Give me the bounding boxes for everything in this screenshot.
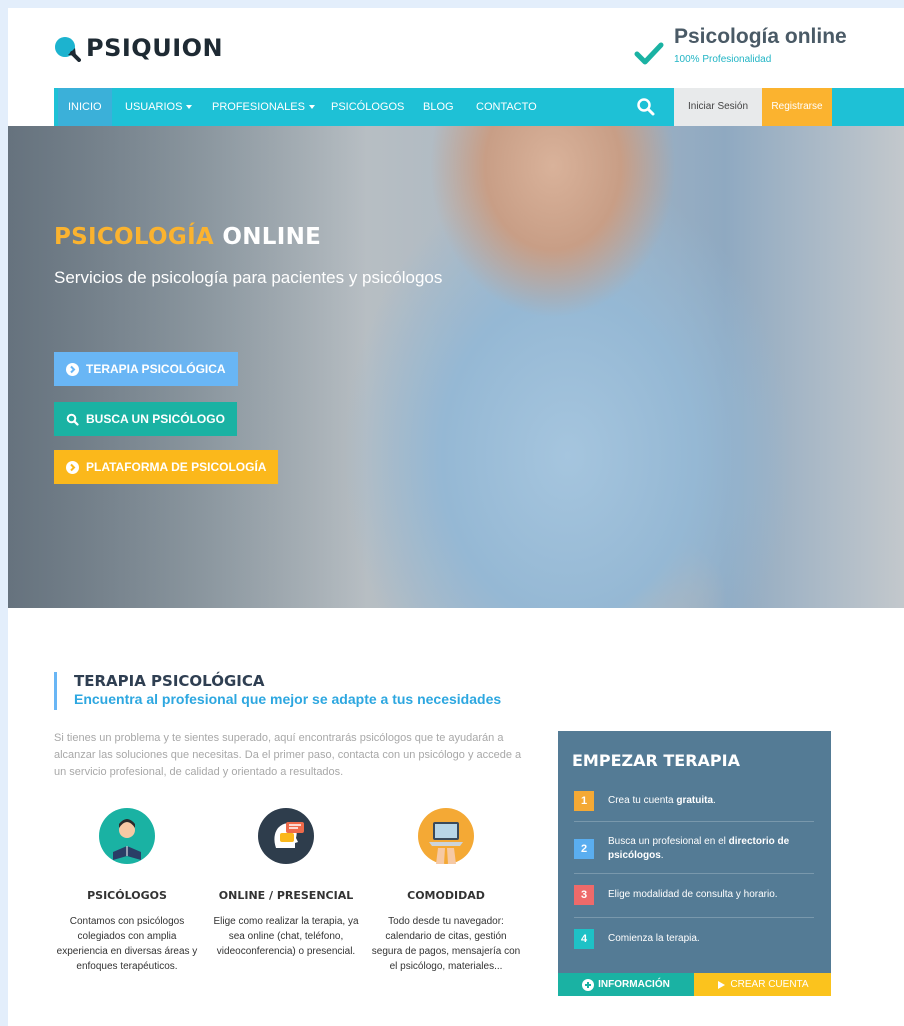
nav-item-inicio[interactable]: INICIO: [58, 88, 112, 126]
step-number: 4: [574, 929, 594, 949]
step-text: Crea tu cuenta gratuita.: [608, 794, 716, 808]
logo-magnifier-icon: [55, 36, 81, 62]
reader-avatar-icon: [99, 808, 155, 864]
nav-item-psicologos[interactable]: PSICÓLOGOS: [331, 88, 404, 126]
steps-title: EMPEZAR TERAPIA: [572, 751, 740, 770]
nav-item-label: CONTACTO: [476, 101, 537, 113]
step-4: 4 Comienza la terapia.: [574, 929, 814, 949]
informacion-button[interactable]: INFORMACIÓN: [558, 973, 694, 996]
step-number: 2: [574, 839, 594, 859]
site-logo[interactable]: PSIQUION: [54, 34, 223, 62]
step-text: Comienza la terapia.: [608, 932, 700, 946]
plataforma-button-label: PLATAFORMA DE PSICOLOGÍA: [86, 460, 267, 474]
main-nav: INICIO USUARIOS PROFESIONALES PSICÓLOGOS…: [54, 88, 904, 126]
search-icon[interactable]: [636, 97, 656, 117]
page: PSIQUION Psicología online 100% Profesio…: [8, 8, 904, 1026]
step-divider: [574, 873, 814, 874]
hero-title-highlight: PSICOLOGÍA: [54, 224, 215, 250]
feature-text: Elige como realizar la terapia, ya sea o…: [213, 916, 359, 957]
step-text-part: Elige modalidad de consulta y horario.: [608, 889, 778, 900]
hero-title: PSICOLOGÍA ONLINE: [54, 224, 321, 250]
nav-item-blog[interactable]: BLOG: [423, 88, 454, 126]
tagline-subtitle: 100% Profesionalidad: [674, 54, 772, 65]
nav-item-profesionales[interactable]: PROFESIONALES: [212, 88, 315, 126]
nav-item-label: PSICÓLOGOS: [331, 101, 405, 113]
informacion-button-label: INFORMACIÓN: [598, 979, 670, 990]
play-icon: [718, 980, 726, 989]
nav-item-label: PROFESIONALES: [212, 101, 305, 113]
search-icon: [66, 413, 79, 426]
steps-actions: INFORMACIÓN CREAR CUENTA: [558, 973, 831, 996]
logo-wordmark: PSIQUION: [86, 34, 224, 62]
terapia-button-label: TERAPIA PSICOLÓGICA: [86, 362, 226, 376]
feature-text: Todo desde tu navegador: calendario de c…: [371, 916, 521, 972]
nav-item-contacto[interactable]: CONTACTO: [476, 88, 537, 126]
laptop-hands-icon: [418, 808, 474, 864]
plus-circle-icon: [582, 978, 595, 991]
step-divider: [574, 917, 814, 918]
head-chat-icon: [258, 808, 314, 864]
header-tagline: Psicología online 100% Profesionalidad: [634, 26, 847, 68]
step-number: 3: [574, 885, 594, 905]
nav-item-usuarios[interactable]: USUARIOS: [125, 88, 193, 126]
nav-item-label: USUARIOS: [125, 101, 183, 113]
hero-banner: PSICOLOGÍA ONLINE Servicios de psicologí…: [8, 126, 904, 608]
step-text-part: Comienza la terapia.: [608, 933, 700, 944]
step-number: 1: [574, 791, 594, 811]
busca-psicologo-button-label: BUSCA UN PSICÓLOGO: [86, 412, 225, 426]
tagline-title: Psicología online: [674, 25, 847, 48]
feature-text: Contamos con psicólogos colegiados con a…: [56, 916, 198, 972]
register-button[interactable]: Registrarse: [762, 88, 832, 126]
chevron-down-icon: [308, 105, 315, 109]
feature-title: COMODIDAD: [407, 889, 485, 902]
nav-item-label: INICIO: [68, 101, 102, 113]
section-description: Si tienes un problema y te sientes super…: [54, 732, 522, 778]
step-text-part: Busca un profesional en el: [608, 836, 729, 847]
chevron-down-icon: [186, 105, 193, 109]
feature-title: ONLINE / PRESENCIAL: [218, 889, 354, 902]
arrow-circle-right-icon: [66, 460, 79, 474]
site-header: PSIQUION Psicología online 100% Profesio…: [8, 8, 904, 84]
feature-comodidad: COMODIDAD Todo desde tu navegador: calen…: [371, 808, 521, 974]
step-2: 2 Busca un profesional en el directorio …: [574, 835, 814, 863]
section-heading: TERAPIA PSICOLÓGICA Encuentra al profesi…: [54, 672, 501, 710]
check-icon: [634, 42, 664, 65]
step-text-part: .: [713, 795, 716, 806]
nav-item-label: BLOG: [423, 101, 454, 113]
plataforma-button[interactable]: PLATAFORMA DE PSICOLOGÍA: [54, 450, 279, 484]
busca-psicologo-button[interactable]: BUSCA UN PSICÓLOGO: [54, 402, 237, 436]
hero-title-rest: ONLINE: [222, 224, 322, 250]
step-text: Elige modalidad de consulta y horario.: [608, 888, 778, 902]
step-text: Busca un profesional en el directorio de…: [608, 835, 814, 863]
hero-subtitle: Servicios de psicología para pacientes y…: [54, 268, 443, 287]
terapia-button[interactable]: TERAPIA PSICOLÓGICA: [54, 352, 238, 386]
feature-psicologos: PSICÓLOGOS Contamos con psicólogos coleg…: [52, 808, 202, 974]
empezar-terapia-box: EMPEZAR TERAPIA 1 Crea tu cuenta gratuit…: [558, 731, 831, 996]
feature-title: PSICÓLOGOS: [87, 889, 167, 902]
section-title: TERAPIA PSICOLÓGICA: [74, 672, 265, 690]
step-text-part: .: [660, 850, 664, 861]
step-text-part: Crea tu cuenta: [608, 795, 677, 806]
step-divider: [574, 821, 814, 822]
step-3: 3 Elige modalidad de consulta y horario.: [574, 885, 814, 905]
step-text-bold[interactable]: gratuita: [676, 795, 713, 806]
login-button[interactable]: Iniciar Sesión: [674, 88, 762, 126]
section-subtitle: Encuentra al profesional que mejor se ad…: [74, 691, 502, 707]
feature-online-presencial: ONLINE / PRESENCIAL Elige como realizar …: [211, 808, 361, 959]
arrow-circle-right-icon: [66, 362, 79, 376]
crear-cuenta-button-label: CREAR CUENTA: [730, 979, 809, 990]
crear-cuenta-button[interactable]: CREAR CUENTA: [694, 973, 831, 996]
step-1: 1 Crea tu cuenta gratuita.: [574, 791, 814, 811]
